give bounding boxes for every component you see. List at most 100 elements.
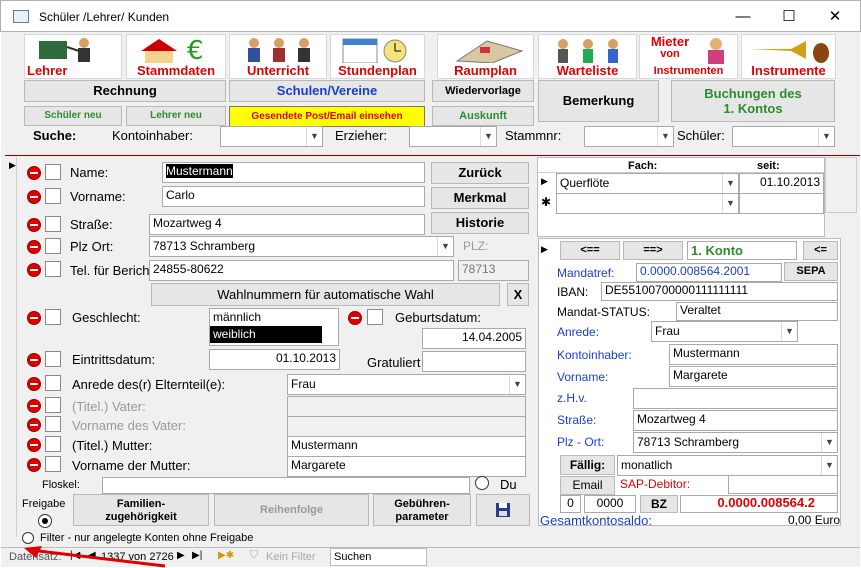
record-selector[interactable]: ▶ — [8, 157, 17, 537]
mandatref-field[interactable]: 0.0000.008564.2001 — [636, 263, 782, 282]
strasse-field[interactable]: Mozartweg 4 — [149, 214, 425, 235]
konto-kontoinhaber-field[interactable]: Mustermann — [669, 344, 838, 365]
anrede-checkbox[interactable] — [45, 375, 61, 391]
strasse-checkbox[interactable] — [45, 216, 61, 232]
tile-warteliste[interactable]: Warteliste — [538, 34, 637, 79]
prev-konto-button[interactable]: <== — [560, 241, 620, 260]
fach-combo[interactable]: Querflöte ▼ — [556, 173, 739, 194]
counter-field[interactable]: 0 — [560, 495, 581, 513]
geschlecht-listbox[interactable]: männlich weiblich — [209, 308, 339, 346]
geburt-field[interactable]: 14.04.2005 — [422, 328, 526, 349]
close-wahl-button[interactable]: X — [507, 283, 529, 306]
maximize-button[interactable]: ☐ — [766, 1, 812, 33]
konto-vorname-field[interactable]: Margarete — [669, 366, 838, 387]
vorname-field[interactable]: Carlo — [162, 186, 425, 207]
name-checkbox[interactable] — [45, 164, 61, 180]
schueler-neu-button[interactable]: Schüler neu — [24, 106, 122, 126]
stammnr-search-combo[interactable]: ▼ — [584, 126, 674, 147]
chevron-down-icon[interactable]: ▼ — [480, 127, 496, 146]
chevron-down-icon[interactable]: ▼ — [509, 375, 525, 394]
eintritt-checkbox[interactable] — [45, 351, 61, 367]
tile-unterricht[interactable]: Unterricht — [229, 34, 327, 79]
chevron-down-icon[interactable]: ▼ — [657, 127, 673, 146]
kein-filter-button[interactable]: Kein Filter — [266, 551, 316, 563]
plzort-checkbox[interactable] — [45, 238, 61, 254]
chevron-down-icon[interactable]: ▼ — [722, 174, 738, 193]
familien-button[interactable]: Familien- zugehörigkeit — [73, 494, 209, 526]
lehrer-neu-button[interactable]: Lehrer neu — [126, 106, 226, 126]
zurueck-button[interactable]: Zurück — [431, 162, 529, 184]
konto-plzort-combo[interactable]: 78713 Schramberg ▼ — [633, 432, 838, 453]
fach-scrollbar[interactable] — [825, 157, 857, 213]
merkmal-button[interactable]: Merkmal — [431, 187, 529, 209]
anrede-combo[interactable]: Frau ▼ — [287, 374, 526, 395]
gebuehren-button[interactable]: Gebühren- parameter — [373, 494, 471, 526]
vorname-checkbox[interactable] — [45, 188, 61, 204]
geschlecht-option-weiblich[interactable]: weiblich — [210, 326, 322, 343]
chevron-down-icon[interactable]: ▼ — [821, 456, 837, 475]
bz-field[interactable]: 0.0000.008564.2 — [680, 495, 838, 513]
faellig-button[interactable]: Fällig: — [560, 455, 615, 475]
kontoinhaber-search-combo[interactable]: ▼ — [220, 126, 323, 147]
tel-checkbox[interactable] — [45, 261, 61, 277]
next-konto-button[interactable]: ==> — [623, 241, 683, 260]
first-konto-button[interactable]: <= — [803, 241, 838, 260]
eintritt-field[interactable]: 01.10.2013 — [209, 349, 340, 370]
faellig-combo[interactable]: monatlich ▼ — [617, 455, 838, 476]
save-button[interactable] — [476, 494, 530, 526]
chevron-down-icon[interactable]: ▼ — [781, 322, 797, 341]
iban-field[interactable]: DE55100700000111111111 — [601, 282, 838, 301]
konto-strasse-field[interactable]: Mozartweg 4 — [633, 410, 838, 431]
gesendete-post-button[interactable]: Gesendete Post/Email einsehen — [229, 106, 425, 127]
wiedervorlage-button[interactable]: Wiedervorlage — [432, 80, 534, 102]
email-button[interactable]: Email — [560, 476, 615, 495]
chevron-down-icon[interactable]: ▼ — [306, 127, 322, 146]
auskunft-button[interactable]: Auskunft — [432, 106, 534, 126]
close-button[interactable]: ✕ — [812, 1, 858, 33]
last-record-icon[interactable]: ▶| — [192, 550, 202, 561]
geschlecht-checkbox[interactable] — [45, 309, 61, 325]
sap-field[interactable] — [728, 475, 838, 494]
tile-stundenplan[interactable]: Stundenplan — [330, 34, 425, 79]
chevron-down-icon[interactable]: ▼ — [722, 194, 738, 213]
vorname-vater-checkbox[interactable] — [45, 416, 61, 432]
bemerkung-button[interactable]: Bemerkung — [538, 80, 659, 122]
rechnung-button[interactable]: Rechnung — [24, 80, 226, 102]
historie-button[interactable]: Historie — [431, 212, 529, 234]
schulen-button[interactable]: Schulen/Vereine — [229, 80, 425, 102]
chevron-down-icon[interactable]: ▼ — [437, 237, 453, 256]
tile-raumplan[interactable]: Raumplan — [437, 34, 534, 79]
gratuliert-field[interactable] — [422, 351, 526, 372]
tile-stammdaten[interactable]: € Stammdaten — [126, 34, 226, 79]
titel-mutter-checkbox[interactable] — [45, 436, 61, 452]
minimize-button[interactable]: — — [720, 1, 766, 33]
tile-mieter[interactable]: Mieter von Instrumenten — [639, 34, 738, 79]
bz-button[interactable]: BZ — [640, 495, 678, 513]
plzort-combo[interactable]: 78713 Schramberg ▼ — [149, 236, 454, 257]
seit-field[interactable]: 01.10.2013 — [739, 173, 824, 194]
vorname-mutter-field[interactable]: Margarete — [287, 456, 526, 477]
geschlecht-option-maennlich[interactable]: männlich — [210, 309, 338, 326]
sepa-button[interactable]: SEPA — [784, 262, 838, 281]
filter-icon[interactable]: ⛉ — [250, 549, 258, 562]
erzieher-search-combo[interactable]: ▼ — [409, 126, 497, 147]
tile-lehrer[interactable]: Lehrer — [24, 34, 122, 79]
buchungen-button[interactable]: Buchungen des 1. Kontos — [671, 80, 835, 122]
mutter-field[interactable]: Mustermann — [287, 436, 526, 457]
mandat-status-field[interactable]: Veraltet — [676, 302, 838, 321]
freigabe-radio[interactable] — [38, 514, 52, 528]
schueler-search-combo[interactable]: ▼ — [732, 126, 835, 147]
geburt-checkbox[interactable] — [367, 309, 383, 325]
zhv-field[interactable] — [633, 388, 838, 409]
search-input[interactable]: Suchen — [330, 548, 427, 566]
konto-anrede-combo[interactable]: Frau ▼ — [651, 321, 798, 342]
next-record-icon[interactable]: ▶ — [177, 550, 185, 561]
tile-instrumente[interactable]: Instrumente — [741, 34, 836, 79]
seit-new-field[interactable] — [739, 193, 824, 214]
reihenfolge-button[interactable]: Reihenfolge — [214, 494, 369, 526]
floskel-field[interactable] — [102, 477, 470, 494]
vorname-mutter-checkbox[interactable] — [45, 456, 61, 472]
new-record-icon[interactable]: ▶✱ — [218, 550, 234, 561]
tel-field[interactable]: 24855-80622 — [149, 260, 454, 281]
fach-new-combo[interactable]: ▼ — [556, 193, 739, 214]
